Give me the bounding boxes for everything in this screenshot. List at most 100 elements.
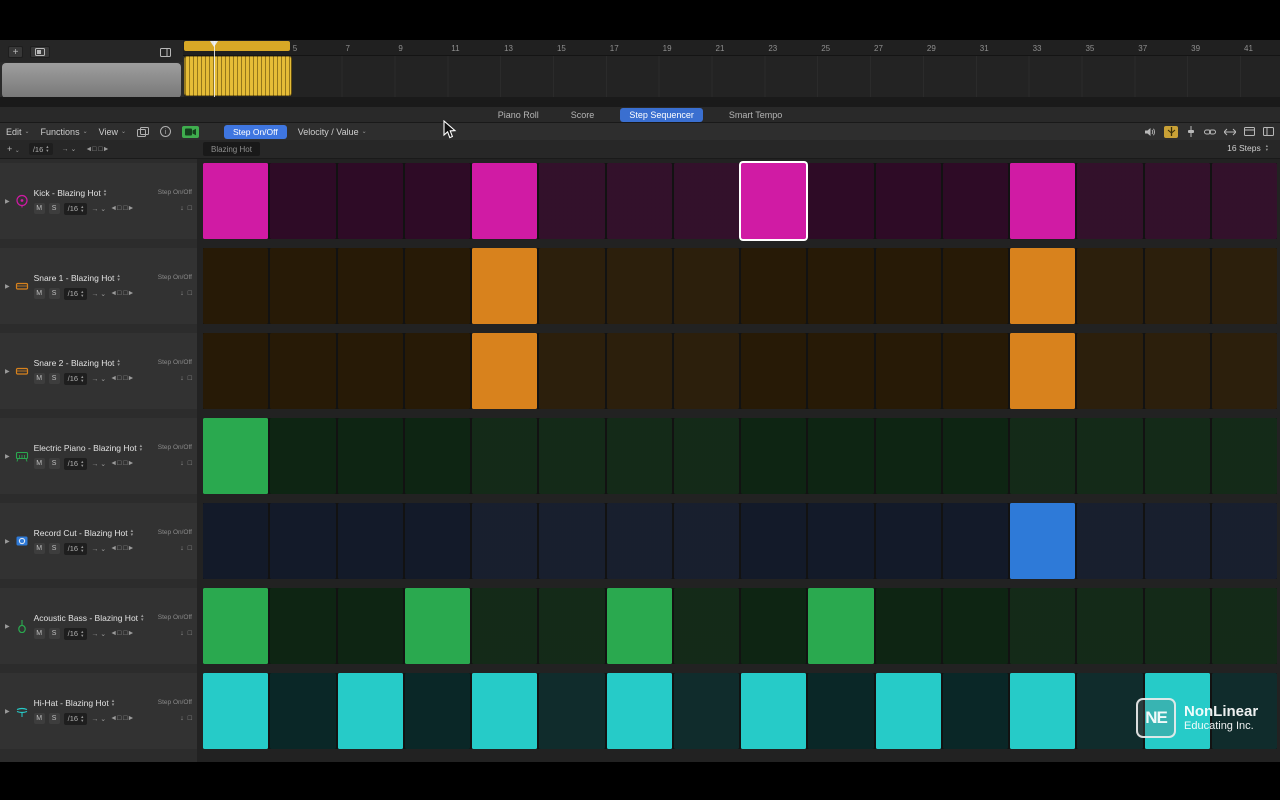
step-cell-13-on[interactable] (1010, 163, 1075, 239)
pattern-rate-stepper[interactable]: /16▴▾ (29, 143, 53, 155)
step-cell-10-off[interactable] (808, 673, 873, 749)
tracks-area[interactable] (183, 56, 1280, 97)
menu-functions[interactable]: Functions⌄ (41, 127, 88, 137)
info-icon[interactable]: i (160, 126, 171, 137)
increment-icon[interactable]: ↓ (180, 630, 184, 637)
disclosure-triangle-icon[interactable]: ▶ (5, 453, 10, 460)
step-cell-10-off[interactable] (808, 163, 873, 239)
step-cell-3-off[interactable] (338, 503, 403, 579)
step-cell-16-off[interactable] (1212, 588, 1277, 664)
step-cell-11-off[interactable] (876, 588, 941, 664)
step-cell-14-off[interactable] (1077, 418, 1142, 494)
row-options-icon[interactable]: □ (188, 545, 192, 552)
bar-ruler[interactable]: 1357911131517192123252729313335373941 (183, 40, 1280, 56)
step-cell-12-off[interactable] (943, 418, 1008, 494)
mute-button[interactable]: M (34, 288, 45, 299)
step-cell-16-off[interactable] (1212, 418, 1277, 494)
step-cell-10-on[interactable] (808, 588, 873, 664)
step-cell-6-off[interactable] (539, 248, 604, 324)
step-cell-4-off[interactable] (405, 503, 470, 579)
add-track-button[interactable]: + (8, 46, 23, 58)
rotate-steps-icon[interactable]: ◄□ □► (110, 460, 134, 467)
playback-direction-icon[interactable]: → ⌄ (62, 145, 77, 153)
track-header-electric-piano-blazing-hot[interactable]: ▶Electric Piano - Blazing Hot▴▾Step On/O… (0, 418, 197, 494)
link-icon[interactable] (1204, 128, 1216, 136)
step-cell-2-off[interactable] (270, 588, 335, 664)
stepper-arrows-icon[interactable]: ▴▾ (81, 290, 83, 298)
step-cell-3-off[interactable] (338, 418, 403, 494)
step-cell-1-off[interactable] (203, 248, 268, 324)
stepper-arrows-icon[interactable]: ▴▾ (81, 205, 83, 213)
mute-button[interactable]: M (34, 628, 45, 639)
catch-playhead-icon[interactable] (1164, 126, 1178, 138)
playback-direction-icon[interactable]: → ⌄ (91, 460, 106, 468)
playback-direction-icon[interactable]: → ⌄ (91, 375, 106, 383)
step-cell-13-on[interactable] (1010, 248, 1075, 324)
panel-toggle-icon[interactable] (157, 46, 173, 58)
rotate-steps-icon[interactable]: ◄□ □► (110, 290, 134, 297)
step-cell-4-off[interactable] (405, 248, 470, 324)
track-header-kick-blazing-hot[interactable]: ▶Kick - Blazing Hot▴▾Step On/OffMS/16▴▾→… (0, 163, 197, 239)
step-cell-16-off[interactable] (1212, 503, 1277, 579)
increment-icon[interactable]: ↓ (180, 290, 184, 297)
step-cell-6-off[interactable] (539, 673, 604, 749)
track-header-hi-hat-blazing-hot[interactable]: ▶Hi-Hat - Blazing Hot▴▾Step On/OffMS/16▴… (0, 673, 197, 749)
step-cell-9-off[interactable] (741, 418, 806, 494)
step-cell-9-off[interactable] (741, 333, 806, 409)
step-cell-12-off[interactable] (943, 333, 1008, 409)
sidebar-icon[interactable] (1263, 127, 1274, 136)
track-name-label[interactable]: Kick - Blazing Hot (34, 188, 101, 198)
camera-icon[interactable] (182, 126, 199, 138)
stepper-arrows-icon[interactable]: ▴▾ (117, 274, 120, 282)
step-cell-2-off[interactable] (270, 418, 335, 494)
step-cell-12-off[interactable] (943, 588, 1008, 664)
step-cell-10-off[interactable] (808, 248, 873, 324)
step-cell-5-off[interactable] (472, 588, 537, 664)
midi-region-blazing-hot[interactable] (184, 56, 292, 96)
tab-score[interactable]: Score (565, 109, 601, 121)
step-cell-9-off[interactable] (741, 588, 806, 664)
track-header-placeholder[interactable] (2, 63, 181, 98)
rotate-steps-icon[interactable]: ◄□ □► (110, 630, 134, 637)
increment-icon[interactable]: ↓ (180, 715, 184, 722)
step-cell-10-off[interactable] (808, 333, 873, 409)
stepper-arrows-icon[interactable]: ▴▾ (117, 359, 120, 367)
step-cell-15-off[interactable] (1145, 503, 1210, 579)
step-cell-2-off[interactable] (270, 248, 335, 324)
row-options-icon[interactable]: □ (188, 630, 192, 637)
track-header-record-cut-blazing-hot[interactable]: ▶Record Cut - Blazing Hot▴▾Step On/OffMS… (0, 503, 197, 579)
mute-button[interactable]: M (34, 203, 45, 214)
resize-icon[interactable] (1224, 128, 1236, 136)
playback-direction-icon[interactable]: → ⌄ (91, 715, 106, 723)
step-cell-10-off[interactable] (808, 418, 873, 494)
step-cell-13-off[interactable] (1010, 588, 1075, 664)
step-cell-5-on[interactable] (472, 163, 537, 239)
step-cell-10-off[interactable] (808, 503, 873, 579)
increment-icon[interactable]: ↓ (180, 460, 184, 467)
step-cell-7-on[interactable] (607, 673, 672, 749)
solo-button[interactable]: S (49, 458, 60, 469)
stepper-arrows-icon[interactable]: ▴▾ (141, 614, 144, 622)
stepper-arrows-icon[interactable]: ▴▾ (112, 699, 115, 707)
step-cell-14-off[interactable] (1077, 333, 1142, 409)
step-cell-7-off[interactable] (607, 418, 672, 494)
step-cell-6-off[interactable] (539, 503, 604, 579)
pattern-name-tag[interactable]: Blazing Hot (203, 142, 260, 156)
row-rate-stepper[interactable]: /16▴▾ (64, 288, 88, 300)
track-name-label[interactable]: Snare 2 - Blazing Hot (34, 358, 115, 368)
step-display-icon[interactable]: ◄□ □► (85, 146, 109, 153)
speaker-icon[interactable] (1144, 127, 1156, 137)
step-cell-11-off[interactable] (876, 163, 941, 239)
step-cell-7-off[interactable] (607, 333, 672, 409)
solo-button[interactable]: S (49, 203, 60, 214)
solo-button[interactable]: S (49, 288, 60, 299)
tab-step-sequencer[interactable]: Step Sequencer (620, 108, 703, 122)
increment-icon[interactable]: ↓ (180, 545, 184, 552)
mute-button[interactable]: M (34, 713, 45, 724)
step-cell-8-off[interactable] (674, 333, 739, 409)
row-rate-stepper[interactable]: /16▴▾ (64, 458, 88, 470)
step-cell-8-off[interactable] (674, 418, 739, 494)
horizontal-scrollbar[interactable] (0, 97, 1280, 107)
step-cell-3-off[interactable] (338, 588, 403, 664)
disclosure-triangle-icon[interactable]: ▶ (5, 708, 10, 715)
